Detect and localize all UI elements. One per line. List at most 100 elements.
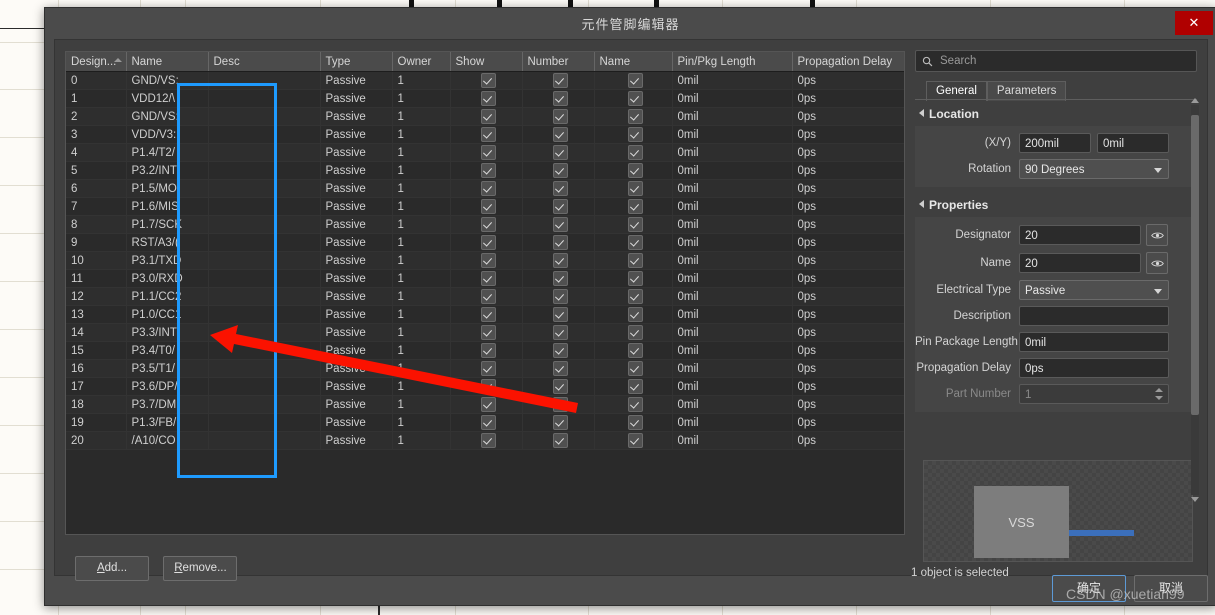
checkbox-checked[interactable] <box>553 271 568 286</box>
checkbox-checked[interactable] <box>481 181 496 196</box>
scroll-up-arrow-icon[interactable] <box>1191 98 1199 103</box>
cell-name[interactable]: P3.1/TXD <box>126 251 209 270</box>
cell-owner[interactable]: 1 <box>392 71 451 90</box>
checkbox-checked[interactable] <box>628 379 643 394</box>
cell-designator[interactable]: 13 <box>66 305 127 324</box>
cell-type[interactable]: Passive <box>320 287 393 306</box>
cell-desc[interactable] <box>208 287 321 306</box>
cell-name-visible[interactable] <box>594 305 673 324</box>
cell-desc[interactable] <box>208 305 321 324</box>
cell-name-visible[interactable] <box>594 71 673 90</box>
cell-designator[interactable]: 10 <box>66 251 127 270</box>
table-row[interactable]: 1 VDD12/\ Passive 1 0mil 0ps <box>66 89 904 108</box>
field-input-0[interactable]: 20 <box>1019 225 1141 245</box>
cell-number[interactable] <box>522 269 595 288</box>
cell-designator[interactable]: 6 <box>66 179 127 198</box>
cell-designator[interactable]: 12 <box>66 287 127 306</box>
spinner-up-icon[interactable] <box>1155 388 1163 392</box>
cell-name-visible[interactable] <box>594 359 673 378</box>
cell-show[interactable] <box>450 71 523 90</box>
checkbox-checked[interactable] <box>553 73 568 88</box>
checkbox-checked[interactable] <box>481 127 496 142</box>
column-header-designator[interactable]: Design... <box>66 52 127 72</box>
cell-pin-pkg-length[interactable]: 0mil <box>672 215 793 234</box>
column-header-show[interactable]: Show <box>450 52 523 72</box>
cell-show[interactable] <box>450 89 523 108</box>
table-row[interactable]: 3 VDD/V3: Passive 1 0mil 0ps <box>66 125 904 144</box>
cell-type[interactable]: Passive <box>320 305 393 324</box>
column-header-number[interactable]: Number <box>522 52 595 72</box>
cell-name-visible[interactable] <box>594 125 673 144</box>
cell-designator[interactable]: 1 <box>66 89 127 108</box>
checkbox-checked[interactable] <box>628 325 643 340</box>
table-row[interactable]: 8 P1.7/SCK Passive 1 0mil 0ps <box>66 215 904 234</box>
cell-show[interactable] <box>450 287 523 306</box>
cell-show[interactable] <box>450 323 523 342</box>
checkbox-checked[interactable] <box>628 289 643 304</box>
cell-name[interactable]: P1.1/CC2 <box>126 287 209 306</box>
cell-owner[interactable]: 1 <box>392 377 451 396</box>
cell-name[interactable]: P3.7/DM <box>126 395 209 414</box>
cell-propagation-delay[interactable]: 0ps <box>792 341 904 360</box>
checkbox-checked[interactable] <box>628 397 643 412</box>
cell-pin-pkg-length[interactable]: 0mil <box>672 89 793 108</box>
cell-owner[interactable]: 1 <box>392 143 451 162</box>
cell-designator[interactable]: 14 <box>66 323 127 342</box>
cell-designator[interactable]: 20 <box>66 431 127 450</box>
cell-number[interactable] <box>522 125 595 144</box>
cell-desc[interactable] <box>208 413 321 432</box>
scroll-down-arrow-icon[interactable] <box>1191 497 1199 502</box>
cell-number[interactable] <box>522 359 595 378</box>
checkbox-checked[interactable] <box>628 145 643 160</box>
location-y-field[interactable]: 0mil <box>1097 133 1169 153</box>
cell-owner[interactable]: 1 <box>392 287 451 306</box>
cell-name-visible[interactable] <box>594 215 673 234</box>
table-row[interactable]: 4 P1.4/T2/Passive 1 0mil 0ps <box>66 143 904 162</box>
cell-name[interactable]: P3.0/RXD <box>126 269 209 288</box>
cell-name-visible[interactable] <box>594 395 673 414</box>
cell-name[interactable]: P3.2/INT <box>126 161 209 180</box>
column-header-propagation-delay[interactable]: Propagation Delay <box>792 52 904 72</box>
cell-show[interactable] <box>450 377 523 396</box>
checkbox-checked[interactable] <box>628 109 643 124</box>
column-header-name[interactable]: Name <box>126 52 209 72</box>
cell-pin-pkg-length[interactable]: 0mil <box>672 143 793 162</box>
checkbox-checked[interactable] <box>553 109 568 124</box>
table-row[interactable]: 5 P3.2/INT Passive 1 0mil 0ps <box>66 161 904 180</box>
cell-owner[interactable]: 1 <box>392 395 451 414</box>
cell-propagation-delay[interactable]: 0ps <box>792 287 904 306</box>
cell-desc[interactable] <box>208 323 321 342</box>
cell-number[interactable] <box>522 377 595 396</box>
checkbox-checked[interactable] <box>553 325 568 340</box>
cell-name[interactable]: VDD12/\ <box>126 89 209 108</box>
field-spinner-6[interactable]: 1 <box>1019 384 1169 404</box>
cell-number[interactable] <box>522 233 595 252</box>
cell-number[interactable] <box>522 413 595 432</box>
cell-number[interactable] <box>522 107 595 126</box>
checkbox-checked[interactable] <box>553 91 568 106</box>
cell-type[interactable]: Passive <box>320 215 393 234</box>
cell-pin-pkg-length[interactable]: 0mil <box>672 287 793 306</box>
cell-desc[interactable] <box>208 395 321 414</box>
cell-name-visible[interactable] <box>594 413 673 432</box>
cell-pin-pkg-length[interactable]: 0mil <box>672 233 793 252</box>
cell-designator[interactable]: 9 <box>66 233 127 252</box>
cell-type[interactable]: Passive <box>320 413 393 432</box>
cell-show[interactable] <box>450 395 523 414</box>
checkbox-checked[interactable] <box>481 289 496 304</box>
cell-owner[interactable]: 1 <box>392 413 451 432</box>
cell-name[interactable]: GND/VS: <box>126 71 209 90</box>
cell-type[interactable]: Passive <box>320 341 393 360</box>
cell-desc[interactable] <box>208 143 321 162</box>
cell-designator[interactable]: 11 <box>66 269 127 288</box>
cell-name-visible[interactable] <box>594 107 673 126</box>
cell-owner[interactable]: 1 <box>392 431 451 450</box>
cell-designator[interactable]: 4 <box>66 143 127 162</box>
cell-propagation-delay[interactable]: 0ps <box>792 431 904 450</box>
table-row[interactable]: 19 P1.3/FB/Passive 1 0mil 0ps <box>66 413 904 432</box>
close-icon[interactable]: ✕ <box>1175 11 1213 35</box>
table-row[interactable]: 7 P1.6/MIS Passive 1 0mil 0ps <box>66 197 904 216</box>
cell-owner[interactable]: 1 <box>392 125 451 144</box>
checkbox-checked[interactable] <box>628 307 643 322</box>
table-row[interactable]: 20/A10/CO Passive 1 0mil 0ps <box>66 431 904 450</box>
